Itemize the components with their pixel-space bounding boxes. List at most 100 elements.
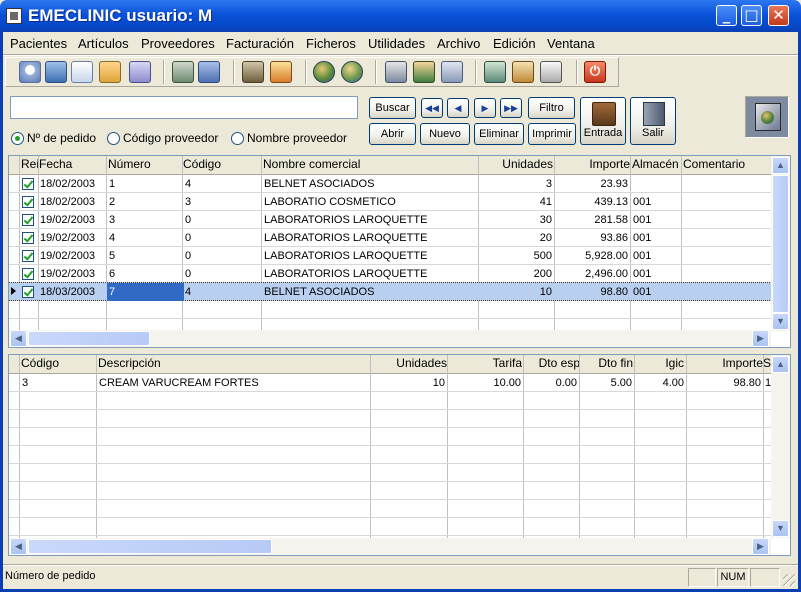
computer-icon[interactable] bbox=[385, 61, 407, 83]
menu-archivo[interactable]: Archivo bbox=[437, 36, 480, 51]
cell-comentario[interactable] bbox=[684, 211, 769, 229]
cell-codigo[interactable]: 0 bbox=[185, 229, 260, 247]
received-checkbox[interactable] bbox=[22, 250, 34, 262]
menu-facturacion[interactable]: Facturación bbox=[226, 36, 294, 51]
received-checkbox[interactable] bbox=[22, 232, 34, 244]
lines-scroll-up-icon[interactable]: ▲ bbox=[772, 356, 789, 373]
col-line-descripcion[interactable]: Descripción bbox=[98, 355, 368, 372]
notebook-icon[interactable] bbox=[484, 61, 506, 83]
books-icon[interactable] bbox=[242, 61, 264, 83]
users-icon[interactable] bbox=[413, 61, 435, 83]
cell-nombre[interactable]: LABORATIO COSMETICO bbox=[264, 193, 476, 211]
cell-line-importe[interactable]: 98.80 bbox=[688, 374, 761, 392]
cell-importe[interactable]: 2,496.00 bbox=[556, 265, 628, 283]
cell-numero[interactable]: 6 bbox=[109, 265, 181, 283]
search-input[interactable] bbox=[10, 96, 358, 119]
cell-unidades[interactable]: 30 bbox=[480, 211, 552, 229]
menu-proveedores[interactable]: Proveedores bbox=[141, 36, 215, 51]
menu-utilidades[interactable]: Utilidades bbox=[368, 36, 425, 51]
cell-line-igic[interactable]: 4.00 bbox=[636, 374, 684, 392]
entrada-button[interactable]: Entrada bbox=[580, 97, 626, 145]
cell-fecha[interactable]: 18/03/2003 bbox=[40, 283, 106, 301]
lines-hscroll-thumb[interactable] bbox=[28, 539, 272, 554]
cell-almacen[interactable]: 001 bbox=[633, 265, 679, 283]
cell-nombre[interactable]: LABORATORIOS LAROQUETTE bbox=[264, 265, 476, 283]
cell-comentario[interactable] bbox=[684, 265, 769, 283]
col-nombre[interactable]: Nombre comercial bbox=[263, 156, 473, 173]
cell-codigo[interactable]: 4 bbox=[185, 175, 260, 193]
cell-importe[interactable]: 93.86 bbox=[556, 229, 628, 247]
buscar-button[interactable]: Buscar bbox=[369, 97, 416, 119]
app-icon[interactable] bbox=[6, 8, 22, 24]
imprimir-button[interactable]: Imprimir bbox=[528, 123, 576, 145]
orders-scroll-right-icon[interactable]: ▶ bbox=[752, 330, 769, 347]
cell-codigo[interactable]: 4 bbox=[185, 283, 260, 301]
menu-edicion[interactable]: Edición bbox=[493, 36, 536, 51]
orders-scroll-down-icon[interactable]: ▼ bbox=[772, 313, 789, 330]
cell-importe[interactable]: 98.80 bbox=[556, 283, 628, 301]
eliminar-button[interactable]: Eliminar bbox=[474, 123, 524, 145]
received-checkbox[interactable] bbox=[22, 196, 34, 208]
received-checkbox[interactable] bbox=[22, 268, 34, 280]
cell-fecha[interactable]: 18/02/2003 bbox=[40, 175, 106, 193]
salir-button[interactable]: Salir bbox=[630, 97, 676, 145]
col-line-importe[interactable]: ImporteS bbox=[687, 355, 771, 372]
next-record-button[interactable]: ▶ bbox=[474, 98, 496, 118]
last-record-button[interactable]: ▶▶ bbox=[500, 98, 522, 118]
patient-icon[interactable] bbox=[45, 61, 67, 83]
network-icon[interactable] bbox=[441, 61, 463, 83]
received-checkbox[interactable] bbox=[22, 214, 34, 226]
prev-record-button[interactable]: ◀ bbox=[447, 98, 469, 118]
lines-grid[interactable]: Código Descripción Unidades Tarifa Dto e… bbox=[8, 354, 791, 556]
radio-nombre-proveedor[interactable] bbox=[231, 132, 244, 145]
col-numero[interactable]: Número bbox=[108, 156, 178, 173]
cell-fecha[interactable]: 19/02/2003 bbox=[40, 265, 106, 283]
first-record-button[interactable]: ◀◀ bbox=[421, 98, 443, 118]
article-icon[interactable] bbox=[172, 61, 194, 83]
orders-scroll-up-icon[interactable]: ▲ bbox=[772, 157, 789, 174]
cell-unidades[interactable]: 41 bbox=[480, 193, 552, 211]
lines-scroll-right-icon[interactable]: ▶ bbox=[752, 538, 769, 555]
printer-icon[interactable] bbox=[540, 61, 562, 83]
cell-comentario[interactable] bbox=[684, 229, 769, 247]
cell-unidades[interactable]: 3 bbox=[480, 175, 552, 193]
nuevo-button[interactable]: Nuevo bbox=[420, 123, 470, 145]
menu-ficheros[interactable]: Ficheros bbox=[306, 36, 356, 51]
cell-numero[interactable]: 5 bbox=[109, 247, 181, 265]
cell-numero[interactable]: 7 bbox=[107, 283, 184, 301]
cell-fecha[interactable]: 19/02/2003 bbox=[40, 229, 106, 247]
cell-line-dto-fin[interactable]: 5.00 bbox=[581, 374, 632, 392]
col-line-igic[interactable]: Igic bbox=[635, 355, 684, 372]
menu-articulos[interactable]: Artículos bbox=[78, 36, 129, 51]
col-line-dto-fin[interactable]: Dto fin bbox=[581, 355, 633, 372]
cell-nombre[interactable]: LABORATORIOS LAROQUETTE bbox=[264, 229, 476, 247]
cell-numero[interactable]: 3 bbox=[109, 211, 181, 229]
cell-importe[interactable]: 23.93 bbox=[556, 175, 628, 193]
cell-importe[interactable]: 439.13 bbox=[556, 193, 628, 211]
orders-hscroll-thumb[interactable] bbox=[28, 331, 150, 346]
cell-unidades[interactable]: 200 bbox=[480, 265, 552, 283]
title-bar[interactable]: EMECLINIC usuario: M _ □ ✕ bbox=[0, 0, 801, 32]
cell-nombre[interactable]: BELNET ASOCIADOS bbox=[264, 283, 476, 301]
cell-codigo[interactable]: 0 bbox=[185, 265, 260, 283]
calendar-icon[interactable] bbox=[19, 61, 41, 83]
cell-unidades[interactable]: 20 bbox=[480, 229, 552, 247]
received-checkbox[interactable] bbox=[22, 178, 34, 190]
cell-comentario[interactable] bbox=[684, 247, 769, 265]
orders-vscroll-thumb[interactable] bbox=[772, 175, 789, 313]
cell-almacen[interactable]: 001 bbox=[633, 247, 679, 265]
col-line-tarifa[interactable]: Tarifa bbox=[448, 355, 522, 372]
cell-almacen[interactable]: 001 bbox=[633, 211, 679, 229]
col-line-codigo[interactable]: Código bbox=[21, 355, 96, 372]
orders-scroll-left-icon[interactable]: ◀ bbox=[10, 330, 27, 347]
menu-pacientes[interactable]: Pacientes bbox=[10, 36, 67, 51]
resize-grip[interactable] bbox=[783, 574, 795, 586]
globe-icon[interactable] bbox=[313, 61, 335, 83]
cell-codigo[interactable]: 0 bbox=[185, 247, 260, 265]
col-comentario[interactable]: Comentario bbox=[683, 156, 771, 173]
cell-importe[interactable]: 281.58 bbox=[556, 211, 628, 229]
cell-numero[interactable]: 4 bbox=[109, 229, 181, 247]
abrir-button[interactable]: Abrir bbox=[369, 123, 416, 145]
lines-scroll-down-icon[interactable]: ▼ bbox=[772, 520, 789, 537]
minimize-button[interactable]: _ bbox=[716, 5, 737, 26]
